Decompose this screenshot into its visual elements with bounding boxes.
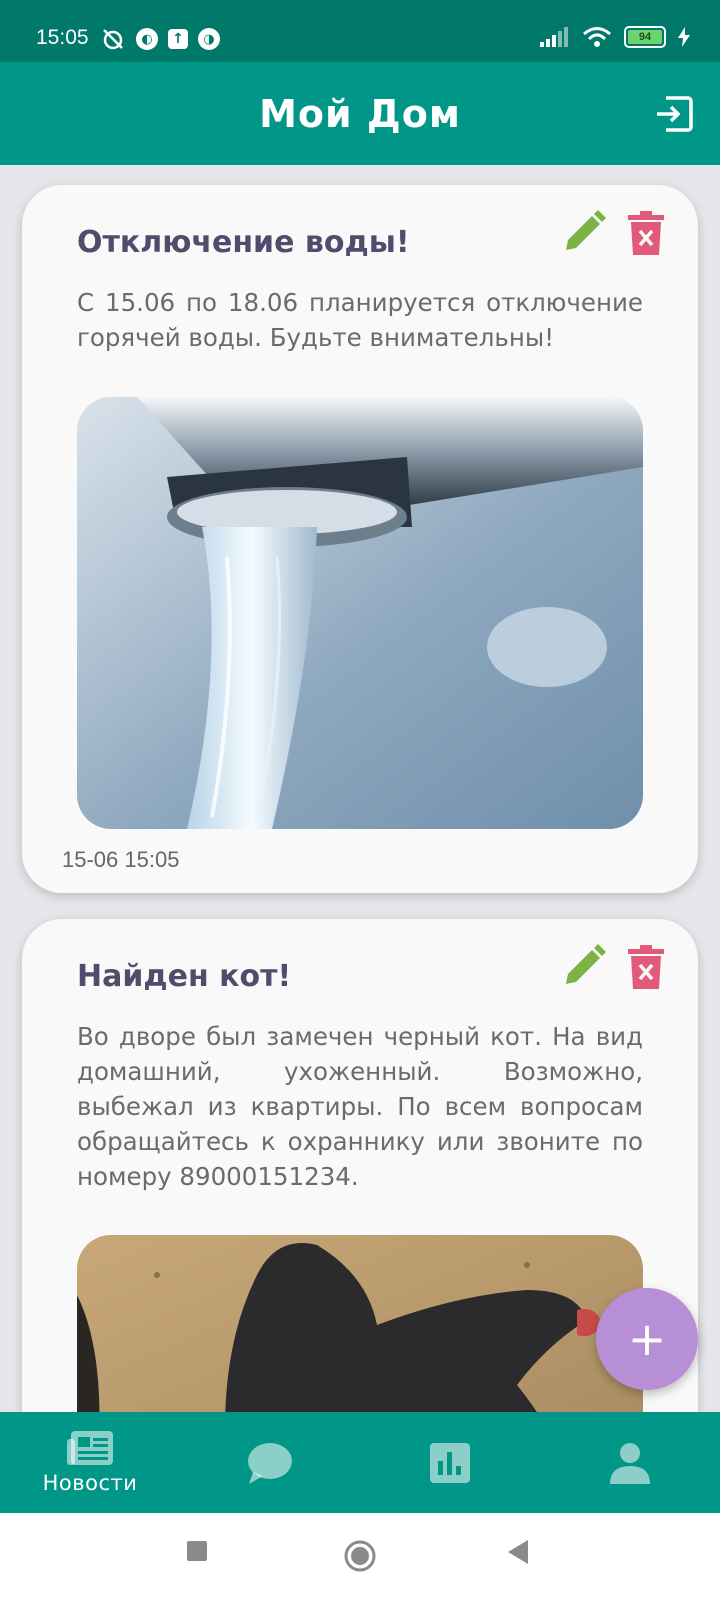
water-faucet-photo [77,397,643,829]
bottom-navigation: Новости [0,1412,720,1513]
app-notification-icon: ◑ [198,28,220,50]
battery-level: 94 [628,30,662,44]
nav-label-news: Новости [42,1470,138,1495]
logout-icon[interactable] [654,94,694,134]
wifi-icon [583,27,611,47]
news-card: Отключение воды! С 15.06 по 18.06 планир… [22,185,698,893]
signal-icon [540,27,568,47]
post-image[interactable] [77,1235,643,1412]
post-body: С 15.06 по 18.06 планируется отключение … [77,288,643,352]
home-icon[interactable] [343,1539,377,1573]
delete-icon[interactable] [628,211,664,255]
status-time: 15:05 [36,26,89,49]
app-bar: Мой Дом [0,62,720,165]
nav-item-profile[interactable] [540,1412,720,1513]
chart-icon [430,1442,470,1483]
news-feed[interactable]: Отключение воды! С 15.06 по 18.06 планир… [0,165,720,1412]
post-title: Отключение воды! [77,225,410,260]
app-notification-icon: ◐ [136,28,158,50]
black-cat-photo [77,1235,643,1412]
edit-icon[interactable] [560,210,606,256]
system-navigation-bar [0,1513,720,1600]
notification-icons: ◐ ↑ ◑ [100,26,220,52]
battery-indicator: 94 [624,26,666,48]
back-icon[interactable] [506,1539,530,1565]
add-post-button[interactable]: + [596,1288,698,1390]
chat-icon [248,1442,292,1484]
profile-icon [610,1442,650,1484]
charging-icon [678,27,690,47]
post-image[interactable] [77,397,643,829]
post-title: Найден кот! [77,959,292,994]
upload-notification-icon: ↑ [168,29,188,49]
status-bar: 15:05 ◐ ↑ ◑ 94 [0,0,720,62]
alarm-off-icon [103,29,123,50]
nav-item-stats[interactable] [360,1412,540,1513]
nav-item-chat[interactable] [180,1412,360,1513]
app-title: Мой Дом [259,91,461,136]
delete-icon[interactable] [628,945,664,989]
nav-item-news[interactable]: Новости [0,1412,180,1513]
recent-apps-icon[interactable] [185,1539,209,1563]
post-body: Во дворе был замечен черный кот. На вид … [77,1022,643,1191]
post-date: 15-06 15:05 [62,847,180,872]
edit-icon[interactable] [560,944,606,990]
newspaper-icon [67,1430,113,1465]
system-indicators: 94 [540,26,690,48]
